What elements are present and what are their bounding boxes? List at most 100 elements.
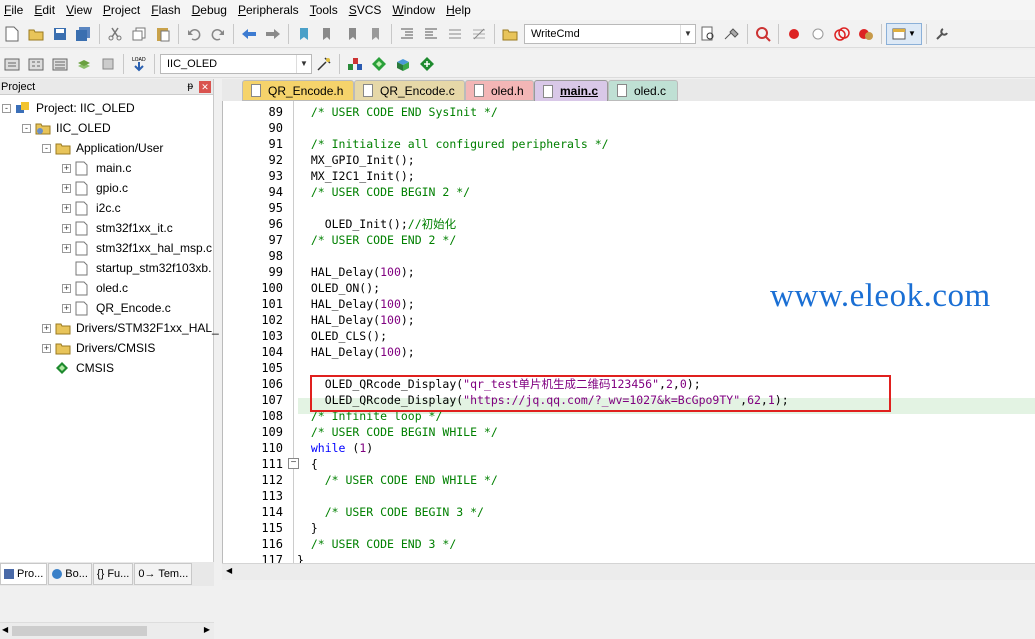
translate-icon[interactable]: [1, 53, 23, 75]
expand-toggle-icon[interactable]: -: [2, 103, 11, 113]
editor-tab[interactable]: main.c: [534, 80, 608, 101]
tree-item[interactable]: CMSIS: [42, 358, 114, 378]
navigate-back-icon[interactable]: [238, 23, 260, 45]
project-horizontal-scrollbar[interactable]: ◀ ▶: [0, 622, 214, 639]
build-icon[interactable]: [25, 53, 47, 75]
download-icon[interactable]: LOAD: [128, 53, 150, 75]
fold-toggle-icon[interactable]: −: [288, 458, 299, 469]
cut-icon[interactable]: [104, 23, 126, 45]
menu-help[interactable]: Help: [442, 0, 478, 20]
redo-icon[interactable]: [207, 23, 229, 45]
incremental-find-icon[interactable]: [721, 23, 743, 45]
clear-bookmarks-icon[interactable]: [365, 23, 387, 45]
pin-icon[interactable]: ᵽ: [187, 81, 193, 92]
manage-rte-icon[interactable]: [368, 53, 390, 75]
editor-tab[interactable]: QR_Encode.h: [242, 80, 354, 101]
find-combo[interactable]: WriteCmd ▼: [524, 23, 696, 44]
copy-icon[interactable]: [128, 23, 150, 45]
expand-toggle-icon[interactable]: +: [62, 163, 71, 173]
editor-tab[interactable]: oled.c: [608, 80, 678, 101]
tree-item[interactable]: + oled.c: [62, 278, 128, 298]
scroll-right-icon[interactable]: ▶: [204, 625, 210, 634]
pack-installer-icon[interactable]: [416, 53, 438, 75]
expand-toggle-icon[interactable]: +: [42, 343, 51, 353]
code-editor[interactable]: 89 90 91 92 93 94 95 96 97 98 99 100 101 102 103 104 105…: [222, 101, 1035, 567]
expand-toggle-icon[interactable]: +: [62, 283, 71, 293]
menu-debug[interactable]: Debug: [188, 0, 234, 20]
tab-project[interactable]: Pro...: [0, 563, 48, 585]
tree-item[interactable]: + gpio.c: [62, 178, 128, 198]
menu-tools[interactable]: Tools: [306, 0, 345, 20]
undo-icon[interactable]: [183, 23, 205, 45]
tab-templates[interactable]: 0→ Tem...: [134, 563, 193, 585]
paste-icon[interactable]: [152, 23, 174, 45]
menu-window[interactable]: Window: [388, 0, 442, 20]
open-folder-icon[interactable]: [25, 23, 47, 45]
chevron-down-icon[interactable]: ▼: [296, 54, 311, 73]
menu-peripherals[interactable]: Peripherals: [234, 0, 306, 20]
comment-icon[interactable]: [444, 23, 466, 45]
find-in-files-icon[interactable]: [499, 23, 521, 45]
file-extensions-icon[interactable]: [344, 53, 366, 75]
select-packs-icon[interactable]: [392, 53, 414, 75]
prev-bookmark-icon[interactable]: [317, 23, 339, 45]
tree-item[interactable]: startup_stm32f103xb.: [62, 258, 211, 278]
target-options-icon[interactable]: [313, 53, 335, 75]
expand-toggle-icon[interactable]: +: [42, 323, 51, 333]
target-combo[interactable]: IIC_OLED ▼: [160, 53, 312, 74]
breakpoint-icon[interactable]: [783, 23, 805, 45]
tree-item[interactable]: + main.c: [62, 158, 131, 178]
tab-books[interactable]: Bo...: [48, 563, 92, 585]
tree-item[interactable]: + stm32f1xx_hal_msp.c: [62, 238, 212, 258]
save-all-icon[interactable]: [73, 23, 95, 45]
uncomment-icon[interactable]: [468, 23, 490, 45]
debug-session-icon[interactable]: [752, 23, 774, 45]
tree-item[interactable]: - Application/User: [42, 138, 163, 158]
disable-all-breakpoints-icon[interactable]: [831, 23, 853, 45]
rebuild-icon[interactable]: [49, 53, 71, 75]
navigate-forward-icon[interactable]: [262, 23, 284, 45]
tree-item[interactable]: - Project: IIC_OLED: [2, 98, 135, 118]
save-icon[interactable]: [49, 23, 71, 45]
tree-item[interactable]: - IIC_OLED: [22, 118, 111, 138]
menu-flash[interactable]: Flash: [147, 0, 187, 20]
expand-toggle-icon[interactable]: +: [62, 303, 71, 313]
scroll-left-icon[interactable]: ◀: [226, 566, 232, 575]
menu-svcs[interactable]: SVCS: [345, 0, 389, 20]
indent-icon[interactable]: [396, 23, 418, 45]
tree-item[interactable]: + Drivers/CMSIS: [42, 338, 155, 358]
editor-tab[interactable]: oled.h: [465, 80, 534, 101]
close-icon[interactable]: ✕: [199, 80, 211, 93]
expand-toggle-icon[interactable]: +: [62, 203, 71, 213]
expand-toggle-icon[interactable]: +: [62, 223, 71, 233]
tree-item[interactable]: + i2c.c: [62, 198, 121, 218]
expand-toggle-icon[interactable]: -: [22, 123, 31, 133]
window-layout-icon[interactable]: ▼: [886, 22, 922, 45]
scroll-left-icon[interactable]: ◀: [2, 625, 8, 634]
unindent-icon[interactable]: [420, 23, 442, 45]
next-bookmark-icon[interactable]: [341, 23, 363, 45]
find-icon[interactable]: [697, 23, 719, 45]
scrollbar-thumb[interactable]: [12, 626, 147, 636]
disable-breakpoint-icon[interactable]: [807, 23, 829, 45]
expand-toggle-icon[interactable]: +: [62, 183, 71, 193]
batch-build-icon[interactable]: [73, 53, 95, 75]
tree-item[interactable]: + Drivers/STM32F1xx_HAL_: [42, 318, 219, 338]
expand-toggle-icon[interactable]: -: [42, 143, 51, 153]
tree-item[interactable]: + QR_Encode.c: [62, 298, 171, 318]
new-file-icon[interactable]: [1, 23, 23, 45]
stop-build-icon[interactable]: [97, 53, 119, 75]
menu-edit[interactable]: Edit: [30, 0, 62, 20]
expand-toggle-icon[interactable]: +: [62, 243, 71, 253]
tree-item[interactable]: + stm32f1xx_it.c: [62, 218, 173, 238]
editor-tab[interactable]: QR_Encode.c: [354, 80, 465, 101]
configure-icon[interactable]: [931, 23, 953, 45]
bookmark-icon[interactable]: [293, 23, 315, 45]
chevron-down-icon[interactable]: ▼: [680, 24, 695, 43]
kill-all-breakpoints-icon[interactable]: [855, 23, 877, 45]
menu-project[interactable]: Project: [99, 0, 147, 20]
tab-functions[interactable]: {} Fu...: [92, 563, 134, 585]
menu-file[interactable]: File: [0, 0, 30, 20]
menu-view[interactable]: View: [62, 0, 99, 20]
editor-horizontal-scrollbar[interactable]: ◀: [222, 563, 1035, 580]
